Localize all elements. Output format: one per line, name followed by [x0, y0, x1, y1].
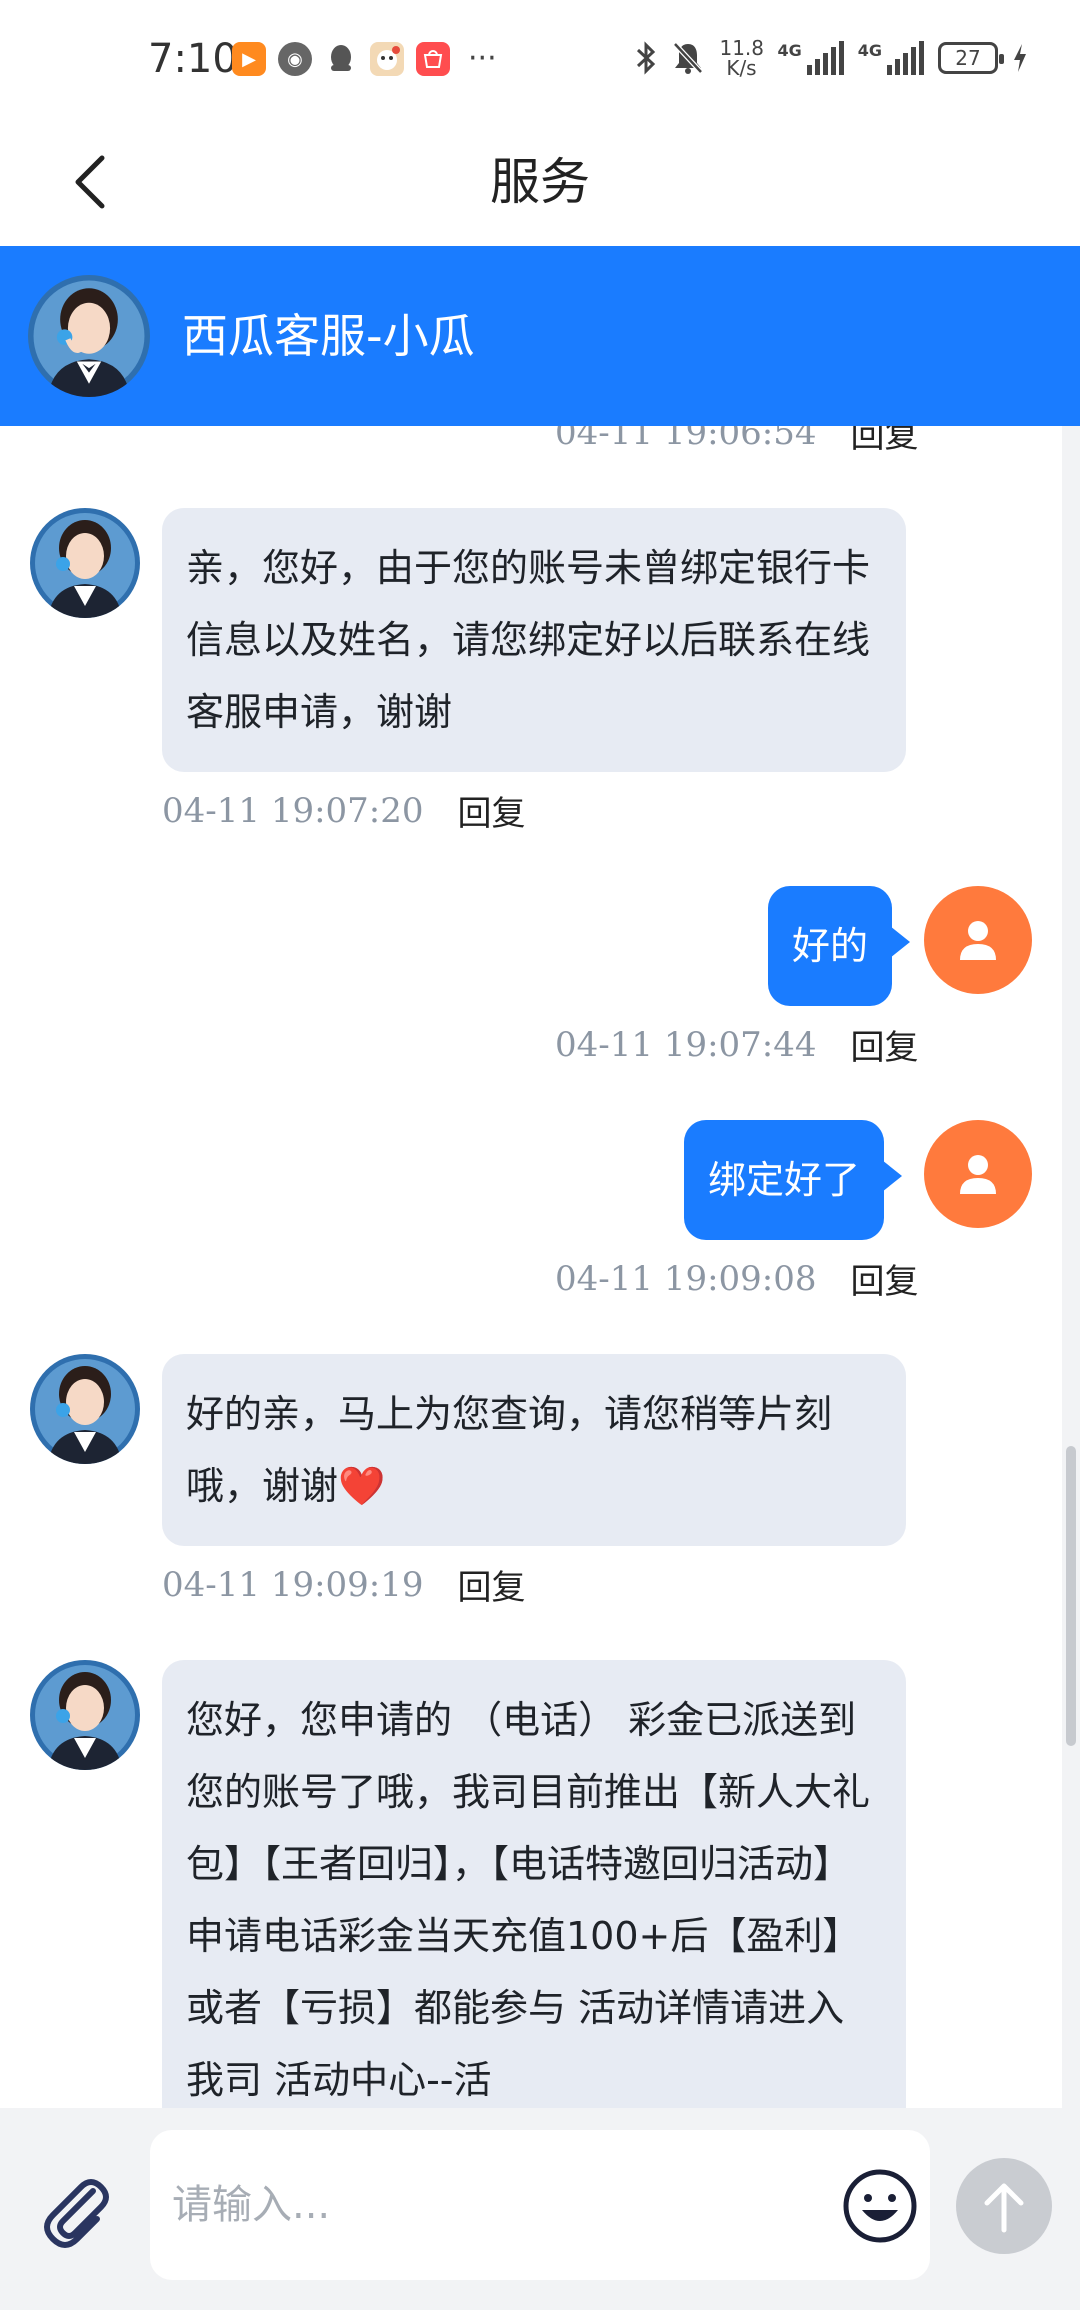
input-bar	[0, 2108, 1080, 2310]
audio-app-icon: ◉	[278, 42, 312, 76]
message-bubble-outgoing[interactable]: 绑定好了	[684, 1120, 903, 1240]
message-bubble-incoming[interactable]: 您好，您申请的 （电话） 彩金已派送到您的账号了哦，我司目前推出【新人大礼包】【…	[162, 1660, 906, 2108]
heart-emoji-icon: ❤️	[338, 1464, 386, 1508]
message-timestamp: 04-11 19:09:19	[162, 1564, 424, 1605]
chat-scrollbar[interactable]	[1062, 426, 1080, 2108]
message-meta: 04-11 19:06:54 回复	[555, 426, 919, 457]
person-icon	[960, 921, 996, 960]
reply-button[interactable]: 回复	[851, 426, 919, 457]
agent-message-avatar	[30, 1660, 140, 1770]
charging-icon	[1014, 44, 1026, 72]
agent-message-avatar	[30, 508, 140, 618]
huawei-store-icon	[416, 42, 450, 76]
reply-button[interactable]: 回复	[458, 1560, 526, 1609]
message-timestamp: 04-11 19:07:44	[555, 1024, 817, 1065]
qq-icon	[324, 42, 358, 76]
agent-header: 西瓜客服-小瓜	[0, 246, 1080, 426]
status-time: 7:10	[148, 36, 238, 82]
arrow-up-icon	[984, 2183, 1024, 2233]
agent-name: 西瓜客服-小瓜	[182, 309, 475, 363]
message-timestamp: 04-11 19:06:54	[555, 426, 817, 453]
reply-button[interactable]: 回复	[851, 1020, 919, 1069]
message-timestamp: 04-11 19:09:08	[555, 1258, 817, 1299]
send-button[interactable]	[956, 2158, 1052, 2254]
message-bubble-incoming[interactable]: 亲，您好，由于您的账号未曾绑定银行卡信息以及姓名，请您绑定好以后联系在线客服申请…	[162, 508, 906, 772]
bluetooth-icon	[637, 41, 656, 75]
agent-avatar[interactable]	[28, 275, 150, 397]
attach-button[interactable]	[32, 2166, 118, 2252]
battery-icon: 27	[938, 42, 1004, 74]
nav-bar: 服务	[0, 120, 1080, 246]
message-meta: 04-11 19:09:08 回复	[555, 1254, 919, 1303]
system-icons: 11.8 K/s 4G 4G 27	[635, 38, 1028, 78]
message-meta: 04-11 19:09:19 回复	[162, 1560, 526, 1609]
message-input[interactable]	[172, 2170, 792, 2240]
video-app-icon: ▶	[232, 42, 266, 76]
mute-bell-icon	[673, 42, 704, 74]
page-title: 服务	[490, 153, 590, 211]
status-bar: 7:10 ▶ ◉ ··· 11.8 K/s 4G 4G 27	[0, 0, 1080, 120]
person-icon	[960, 1155, 996, 1194]
message-input-container	[150, 2130, 930, 2280]
message-meta: 04-11 19:07:20 回复	[162, 786, 526, 835]
notification-icons: ▶ ◉ ···	[232, 42, 497, 76]
signal-icon-1: 4G	[777, 41, 844, 75]
chat-messages[interactable]: 04-11 19:06:54 回复 亲，您好，由于您的账号未曾绑定银行卡信息以及…	[0, 426, 1080, 2108]
scrollbar-thumb[interactable]	[1066, 1446, 1076, 1746]
user-avatar	[924, 886, 1032, 994]
game-app-icon	[370, 42, 404, 76]
reply-button[interactable]: 回复	[458, 786, 526, 835]
signal-icon-2: 4G	[858, 41, 924, 75]
paperclip-icon	[44, 2179, 109, 2248]
user-avatar	[924, 1120, 1032, 1228]
reply-button[interactable]: 回复	[851, 1254, 919, 1303]
more-notifications-icon: ···	[468, 41, 497, 76]
message-meta: 04-11 19:07:44 回复	[555, 1020, 919, 1069]
message-timestamp: 04-11 19:07:20	[162, 790, 424, 831]
network-speed: 11.8 K/s	[719, 36, 764, 80]
message-bubble-incoming[interactable]: 好的亲，马上为您查询，请您稍等片刻哦，谢谢❤️	[162, 1354, 906, 1546]
message-bubble-outgoing[interactable]: 好的	[768, 886, 911, 1006]
message-text: 好的亲，马上为您查询，请您稍等片刻哦，谢谢	[186, 1392, 833, 1508]
agent-message-avatar	[30, 1354, 140, 1464]
emoji-button[interactable]	[840, 2166, 920, 2246]
smiley-icon	[843, 2169, 917, 2243]
